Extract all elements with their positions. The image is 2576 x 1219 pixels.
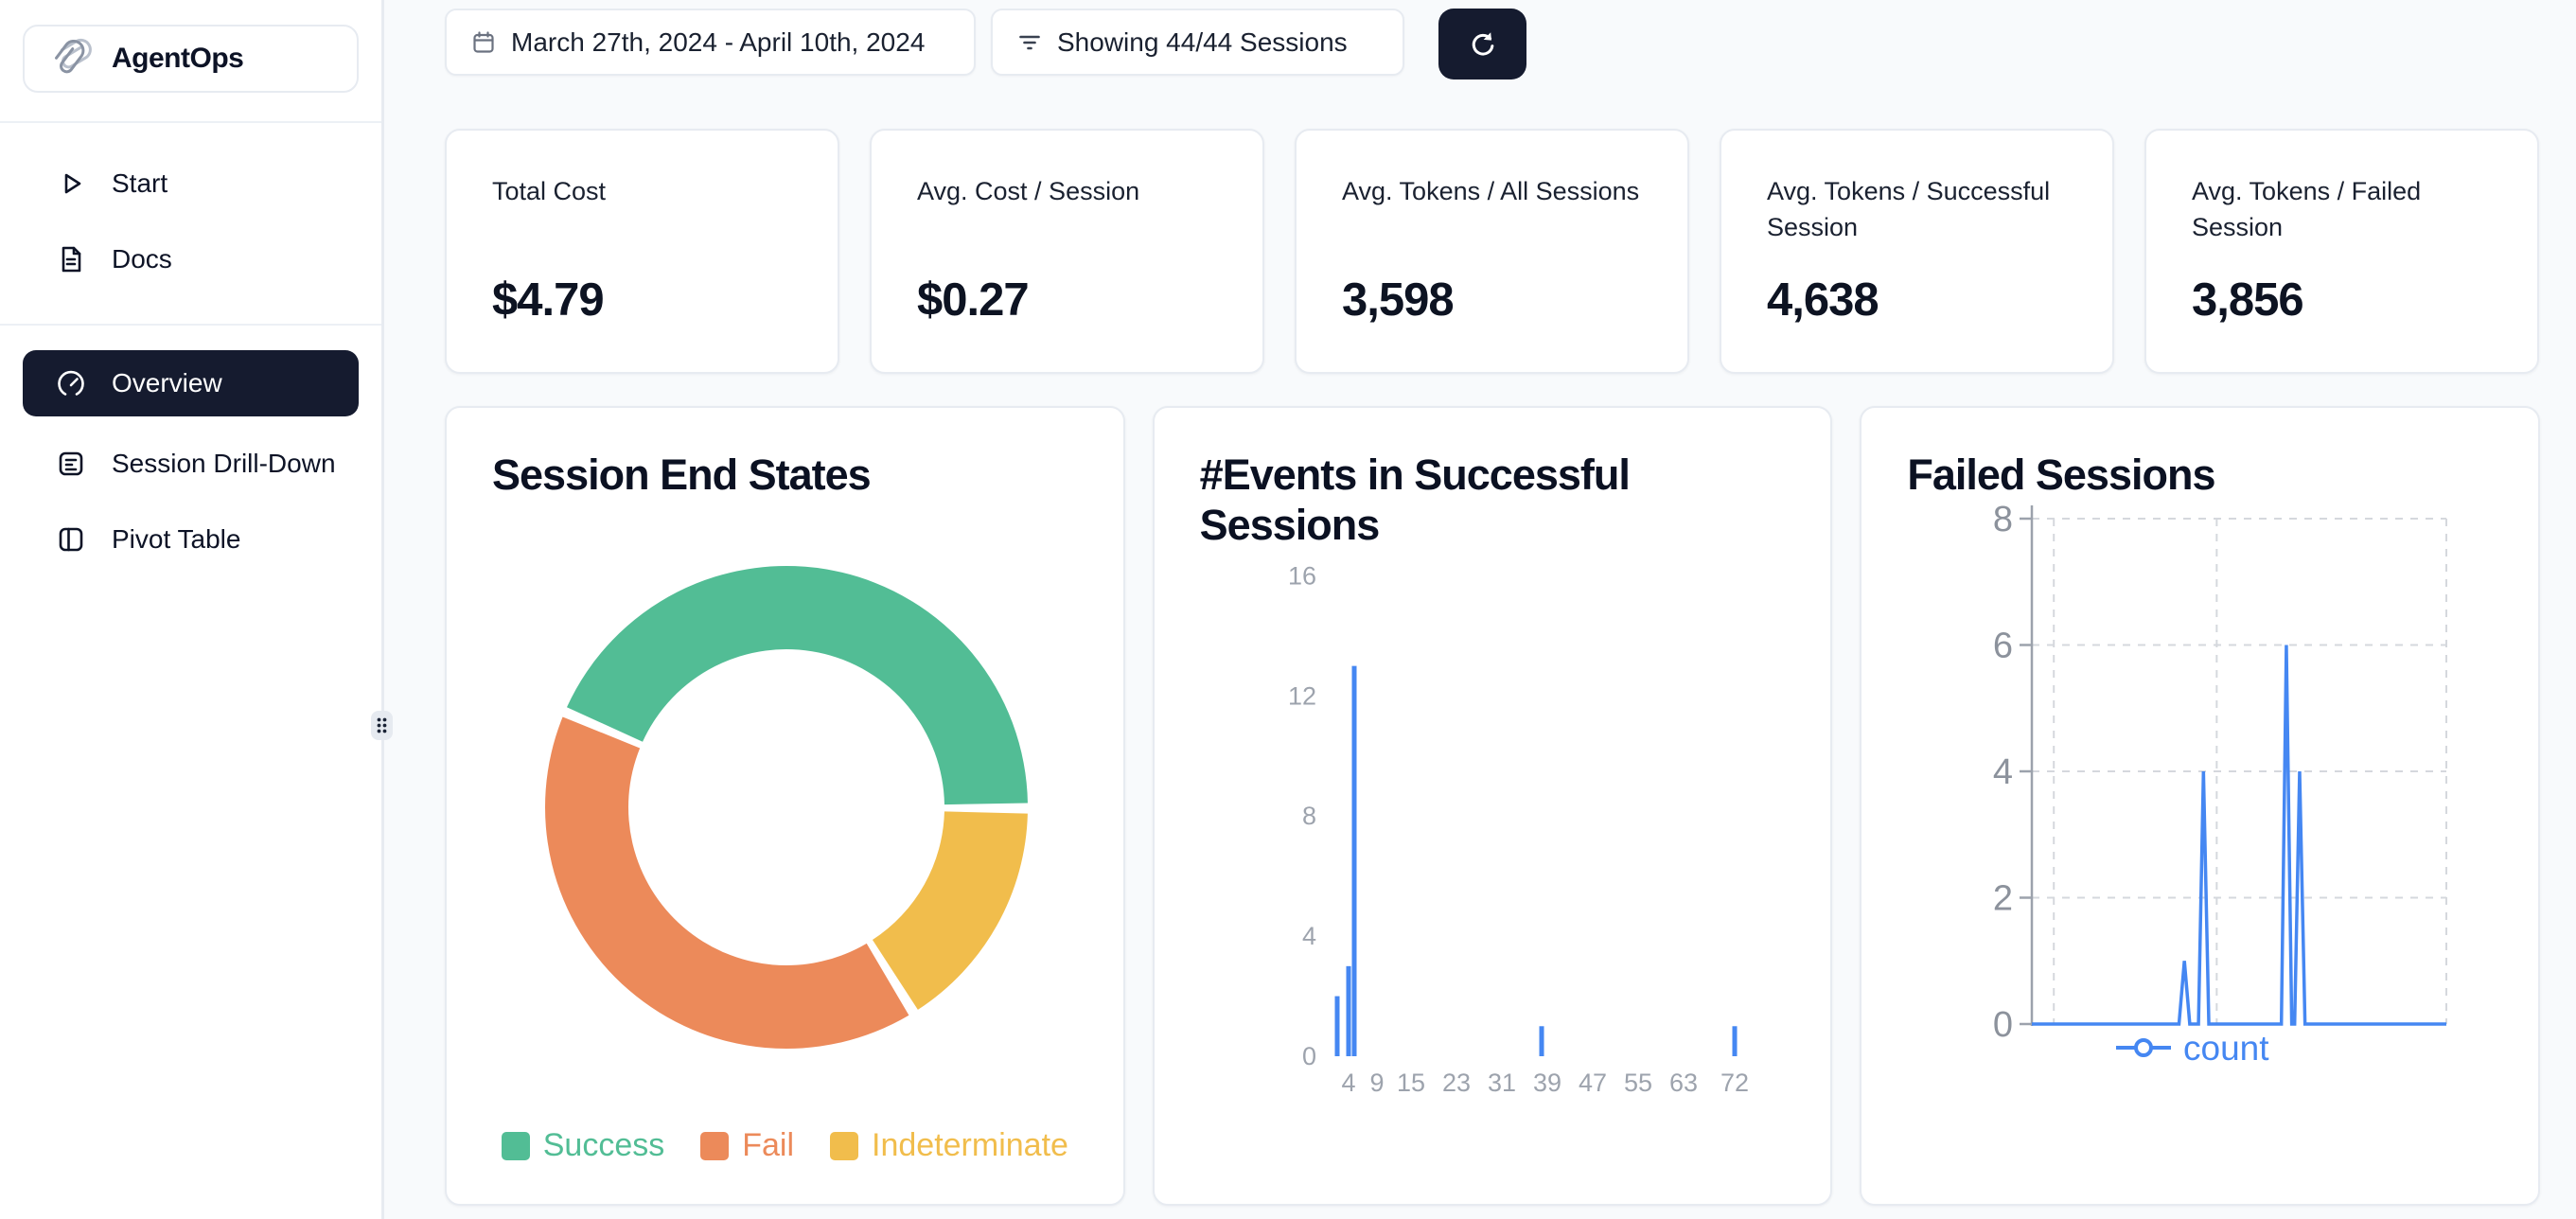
app-logo[interactable]: AgentOps [23, 25, 359, 93]
failed-sessions-card: Failed Sessions 02468count [1860, 406, 2540, 1206]
bar-x38[interactable] [1539, 1026, 1544, 1056]
x-tick-label: 55 [1624, 1069, 1652, 1097]
x-tick-label: 9 [1369, 1069, 1384, 1097]
y-tick-label: 0 [1302, 1042, 1316, 1070]
refresh-button[interactable] [1438, 9, 1526, 80]
sidebar-item-label: Start [112, 168, 168, 199]
donut-segment-indeterminate[interactable] [873, 811, 1028, 1009]
sidebar-item-docs[interactable]: Docs [23, 221, 359, 297]
bar-x4[interactable] [1346, 966, 1350, 1056]
x-tick-label: 72 [1720, 1069, 1749, 1097]
failed-sessions-line-chart: 0 2 4 6 8 count [1861, 408, 2542, 1208]
stat-label: Avg. Tokens / Successful Session [1767, 174, 2067, 246]
legend-swatch-success [502, 1132, 530, 1160]
donut-legend: Success Fail Indeterminate [447, 1127, 1123, 1164]
stats-row: Total Cost $4.79 Avg. Cost / Session $0.… [445, 129, 2540, 374]
y-tick-label: 16 [1288, 561, 1316, 590]
sidebar-item-label: Overview [112, 368, 222, 398]
chart-title: Session End States [447, 408, 1123, 500]
legend-swatch-indeterminate [830, 1132, 858, 1160]
x-tick-label: 63 [1669, 1069, 1698, 1097]
legend-swatch-fail [700, 1132, 729, 1160]
legend-marker-icon [2136, 1040, 2151, 1055]
sidebar-item-label: Docs [112, 244, 172, 274]
y-tick-label: 4 [1993, 752, 2013, 792]
play-icon [55, 168, 87, 200]
document-icon [55, 243, 87, 275]
sessions-filter-button[interactable]: Showing 44/44 Sessions [991, 9, 1404, 76]
stat-value: $4.79 [492, 274, 604, 327]
stat-card-avg-cost-session: Avg. Cost / Session $0.27 [870, 129, 1264, 374]
x-tick-label: 39 [1533, 1069, 1561, 1097]
y-tick-label: 12 [1288, 681, 1316, 710]
count-line[interactable] [2032, 645, 2446, 1025]
stat-card-avg-tokens-failed: Avg. Tokens / Failed Session 3,856 [2144, 129, 2539, 374]
date-range-picker[interactable]: March 27th, 2024 - April 10th, 2024 [445, 9, 976, 76]
legend-item-indeterminate[interactable]: Indeterminate [830, 1127, 1068, 1164]
topbar: March 27th, 2024 - April 10th, 2024 Show… [445, 9, 2540, 80]
sidebar-item-start[interactable]: Start [23, 146, 359, 221]
donut-segment-fail[interactable] [545, 716, 909, 1049]
sidebar-divider [0, 121, 381, 123]
legend-label: Success [543, 1127, 665, 1164]
y-tick-label: 4 [1302, 922, 1316, 950]
main-content: March 27th, 2024 - April 10th, 2024 Show… [384, 0, 2576, 1219]
sidebar-item-overview[interactable]: Overview [23, 350, 359, 416]
gauge-icon [55, 367, 87, 399]
paperclip-logo-icon [51, 36, 93, 82]
x-tick-label: 31 [1488, 1069, 1516, 1097]
y-tick-label: 2 [1993, 879, 2013, 919]
legend-label: Fail [742, 1127, 794, 1164]
legend-label: Indeterminate [872, 1127, 1068, 1164]
bar-x5[interactable] [1351, 666, 1356, 1056]
x-tick-label: 23 [1442, 1069, 1471, 1097]
y-tick-label: 0 [1993, 1005, 2013, 1045]
date-range-label: March 27th, 2024 - April 10th, 2024 [511, 27, 925, 58]
y-tick-label: 6 [1993, 627, 2013, 666]
app-title: AgentOps [112, 43, 243, 75]
charts-row: Session End States Success Fail Indeterm… [445, 406, 2540, 1206]
stat-label: Avg. Cost / Session [917, 174, 1217, 210]
x-tick-label: 15 [1397, 1069, 1425, 1097]
stat-card-avg-tokens-successful: Avg. Tokens / Successful Session 4,638 [1720, 129, 2114, 374]
sidebar-item-label: Pivot Table [112, 524, 240, 555]
calendar-icon [471, 30, 496, 55]
bar-x2[interactable] [1334, 997, 1339, 1056]
filter-icon [1017, 30, 1042, 55]
stat-value: 4,638 [1767, 274, 1879, 327]
legend-item-success[interactable]: Success [502, 1127, 665, 1164]
y-tick-label: 8 [1993, 500, 2013, 539]
donut-segment-success[interactable] [567, 566, 1028, 804]
stat-value: 3,856 [2192, 274, 2303, 327]
stat-label: Avg. Tokens / All Sessions [1342, 174, 1642, 210]
session-end-states-card: Session End States Success Fail Indeterm… [445, 406, 1125, 1206]
stat-value: 3,598 [1342, 274, 1454, 327]
sidebar-item-label: Session Drill-Down [112, 449, 336, 479]
bar-x72[interactable] [1732, 1026, 1737, 1056]
x-tick-label: 47 [1579, 1069, 1607, 1097]
legend-label-count[interactable]: count [2183, 1029, 2269, 1068]
sidebar-item-session-drill-down[interactable]: Session Drill-Down [23, 426, 359, 502]
refresh-icon [1463, 25, 1503, 64]
sessions-filter-label: Showing 44/44 Sessions [1057, 27, 1348, 58]
x-tick-label: 4 [1341, 1069, 1355, 1097]
y-tick-label: 8 [1302, 802, 1316, 830]
stat-label: Total Cost [492, 174, 792, 210]
sidebar-item-pivot-table[interactable]: Pivot Table [23, 502, 359, 577]
stat-card-total-cost: Total Cost $4.79 [445, 129, 839, 374]
events-in-successful-sessions-card: #Events in Successful Sessions 048121649… [1153, 406, 1833, 1206]
legend-item-fail[interactable]: Fail [700, 1127, 794, 1164]
pivot-panel-icon [55, 523, 87, 556]
stat-card-avg-tokens-all: Avg. Tokens / All Sessions 3,598 [1295, 129, 1689, 374]
stat-label: Avg. Tokens / Failed Session [2192, 174, 2492, 246]
stat-value: $0.27 [917, 274, 1029, 327]
session-end-states-donut [470, 550, 1103, 1118]
sidebar: AgentOps Start Docs [0, 0, 384, 1219]
events-histogram: 0481216491523313947556372 [1155, 408, 1835, 1208]
list-icon [55, 448, 87, 480]
sidebar-divider [0, 324, 381, 326]
